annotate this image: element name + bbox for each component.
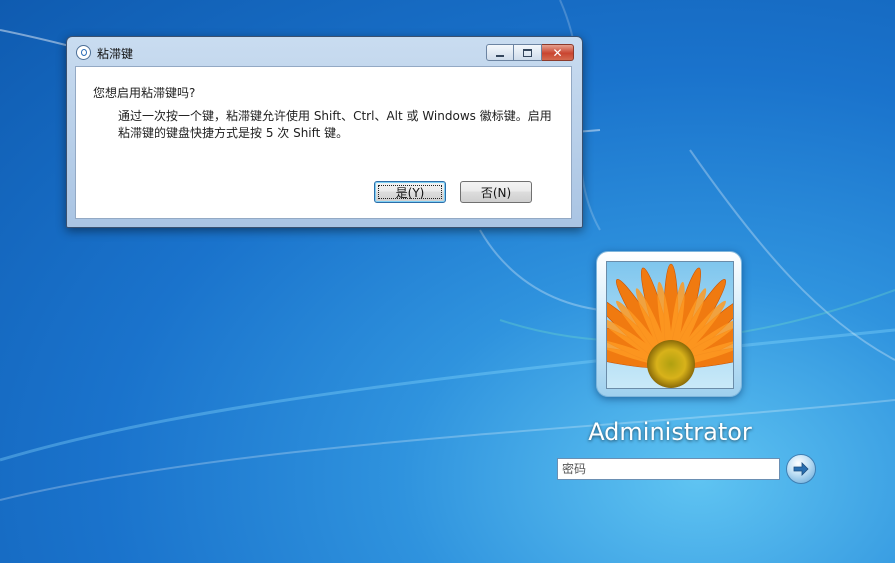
arrow-right-icon [793,462,809,476]
dialog-body: 您想启用粘滞键吗? 通过一次按一个键，粘滞键允许使用 Shift、Ctrl、Al… [75,66,572,219]
dialog-title: 粘滞键 [97,47,134,61]
close-button[interactable]: ✕ [542,44,574,61]
user-avatar [606,261,734,389]
dialog-detail-text: 通过一次按一个键，粘滞键允许使用 Shift、Ctrl、Alt 或 Window… [118,109,552,140]
focus-rectangle [378,185,442,199]
yes-button[interactable]: 是(Y) [374,181,446,203]
accessibility-icon [76,45,91,60]
no-button[interactable]: 否(N) [460,181,532,203]
username-label: Administrator [588,418,752,446]
submit-button[interactable] [786,454,816,484]
dialog-question: 您想启用粘滞键吗? [93,86,196,100]
dialog-titlebar[interactable]: 粘滞键 ✕ [67,37,582,66]
logon-screen: 粘滞键 ✕ 您想启用粘滞键吗? 通过一次按一个键，粘滞键允许使用 Shift、C… [0,0,895,563]
sticky-keys-dialog: 粘滞键 ✕ 您想启用粘滞键吗? 通过一次按一个键，粘滞键允许使用 Shift、C… [66,36,583,228]
maximize-icon [523,48,532,57]
caption-buttons: ✕ [486,44,574,62]
password-input[interactable] [557,458,780,480]
user-tile[interactable] [596,251,742,397]
minimize-button[interactable] [486,44,514,61]
maximize-button[interactable] [514,44,542,61]
minimize-icon [496,54,504,57]
no-button-label: 否(N) [480,185,512,200]
close-icon: ✕ [552,45,563,60]
